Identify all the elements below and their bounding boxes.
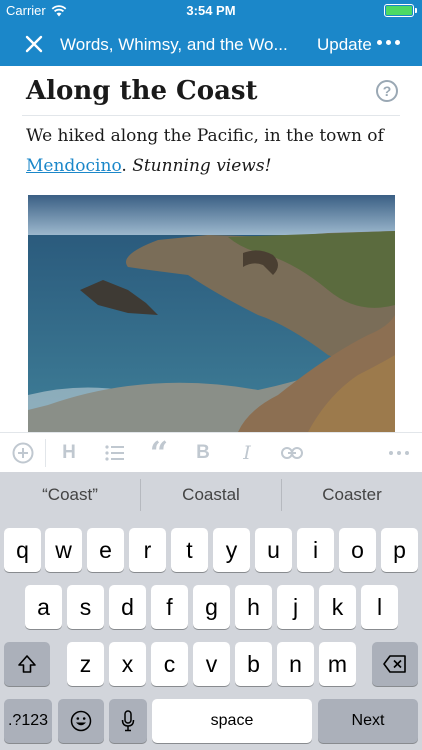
key-p[interactable]: p	[381, 528, 418, 572]
numbers-key[interactable]: .?123	[4, 699, 52, 743]
site-title: Words, Whimsy, and the Wo...	[60, 35, 288, 54]
key-s[interactable]: s	[67, 585, 104, 629]
key-z[interactable]: z	[67, 642, 104, 686]
quote-icon[interactable]: “	[146, 433, 172, 473]
backspace-key[interactable]	[372, 642, 418, 686]
key-d[interactable]: d	[109, 585, 146, 629]
post-editor: Along the Coast ? We hiked along the Pac…	[0, 66, 422, 432]
key-a[interactable]: a	[25, 585, 62, 629]
emoji-key[interactable]	[58, 699, 104, 743]
key-l[interactable]: l	[361, 585, 398, 629]
next-key[interactable]: Next	[318, 699, 418, 743]
key-c[interactable]: c	[151, 642, 188, 686]
key-g[interactable]: g	[193, 585, 230, 629]
more-options-icon[interactable]	[377, 40, 400, 45]
update-button[interactable]: Update	[317, 35, 372, 55]
key-o[interactable]: o	[339, 528, 376, 572]
post-body-field[interactable]: We hiked along the Pacific, in the town …	[26, 121, 396, 181]
more-formatting-icon[interactable]	[386, 433, 412, 473]
post-title-field[interactable]: Along the Coast	[26, 76, 258, 106]
body-text-period: .	[121, 156, 133, 176]
key-v[interactable]: v	[193, 642, 230, 686]
key-i[interactable]: i	[297, 528, 334, 572]
bold-button[interactable]: B	[190, 433, 216, 473]
toolbar-divider	[45, 439, 46, 467]
format-toolbar: H “ B I	[0, 432, 422, 472]
link-icon[interactable]	[278, 433, 306, 473]
space-key[interactable]: space	[152, 699, 312, 743]
key-k[interactable]: k	[319, 585, 356, 629]
key-x[interactable]: x	[109, 642, 146, 686]
editor-nav-bar: Words, Whimsy, and the Wo... Update	[0, 22, 422, 66]
key-b[interactable]: b	[235, 642, 272, 686]
body-italic-text: Stunning views!	[132, 156, 272, 176]
backspace-icon	[383, 655, 406, 673]
key-j[interactable]: j	[277, 585, 314, 629]
key-u[interactable]: u	[255, 528, 292, 572]
suggestion-3[interactable]: Coaster	[282, 472, 422, 518]
autocorrect-suggestions: “Coast” Coastal Coaster	[0, 472, 422, 518]
italic-button[interactable]: I	[234, 433, 260, 473]
keyboard: q w e r t y u i o p a s d f g h j k l z …	[0, 518, 422, 750]
coast-photo[interactable]	[28, 195, 395, 432]
key-h[interactable]: h	[235, 585, 272, 629]
key-t[interactable]: t	[171, 528, 208, 572]
list-icon[interactable]	[102, 433, 128, 473]
help-icon[interactable]: ?	[376, 80, 398, 102]
dictation-key[interactable]	[109, 699, 147, 743]
key-f[interactable]: f	[151, 585, 188, 629]
key-y[interactable]: y	[213, 528, 250, 572]
status-bar: Carrier 3:54 PM	[0, 0, 422, 22]
shift-key[interactable]	[4, 642, 50, 686]
title-divider	[22, 115, 400, 116]
shift-icon	[18, 655, 36, 673]
key-r[interactable]: r	[129, 528, 166, 572]
heading-button[interactable]: H	[56, 433, 82, 473]
suggestion-1[interactable]: “Coast”	[0, 472, 140, 518]
close-icon[interactable]	[22, 32, 46, 56]
key-w[interactable]: w	[45, 528, 82, 572]
key-m[interactable]: m	[319, 642, 356, 686]
battery-icon	[384, 4, 417, 17]
key-q[interactable]: q	[4, 528, 41, 572]
key-n[interactable]: n	[277, 642, 314, 686]
key-e[interactable]: e	[87, 528, 124, 572]
emoji-icon	[70, 710, 92, 732]
suggestion-2[interactable]: Coastal	[141, 472, 281, 518]
microphone-icon	[121, 710, 135, 732]
add-block-icon[interactable]	[8, 433, 38, 473]
mendocino-link[interactable]: Mendocino	[26, 156, 121, 176]
clock: 3:54 PM	[186, 3, 236, 18]
body-text: We hiked along the Pacific, in the town …	[26, 126, 384, 146]
